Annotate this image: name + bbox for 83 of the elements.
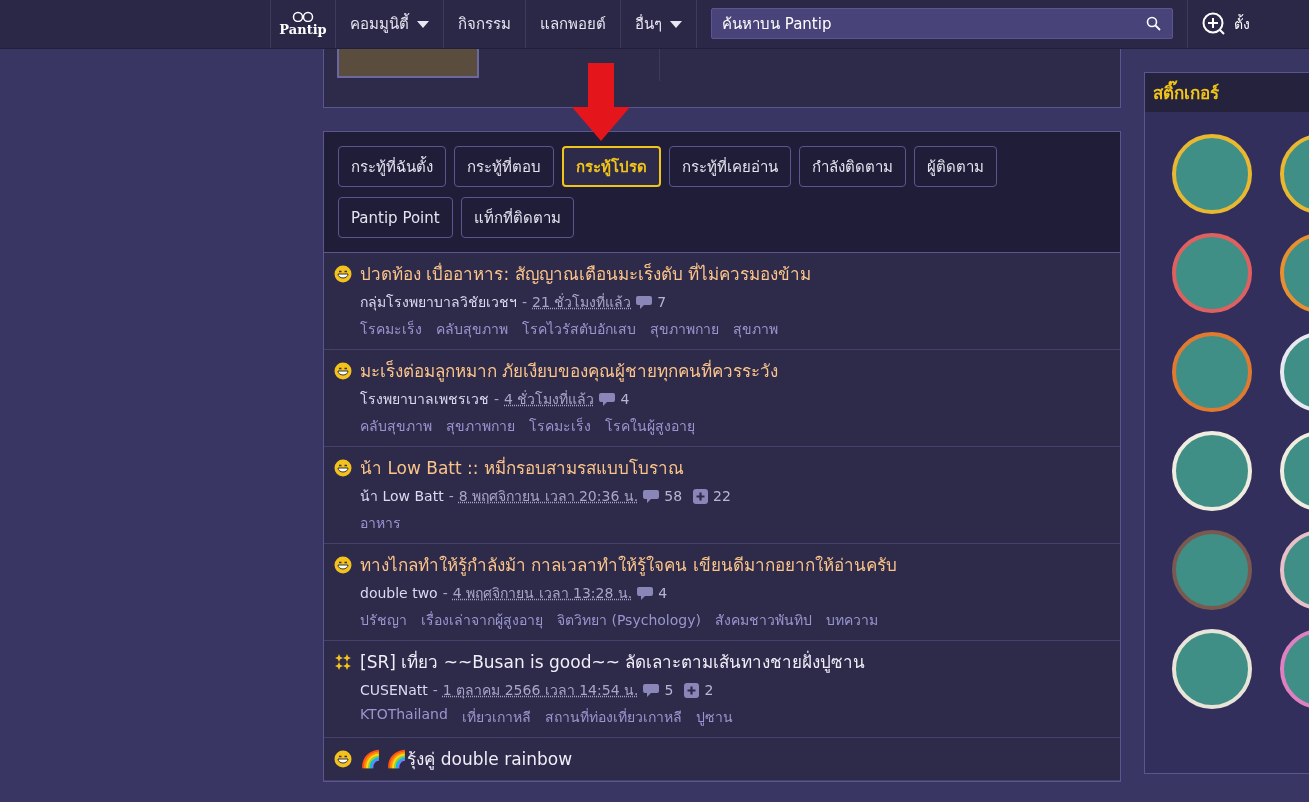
logo-icon bbox=[291, 11, 315, 22]
separator: - bbox=[448, 488, 454, 504]
caret-icon bbox=[670, 20, 682, 28]
tab[interactable]: แท็กที่ติดตาม bbox=[460, 197, 574, 238]
topic-title[interactable]: ทางไกลทำให้รู้กำลังม้า กาลเวลาทำให้รู้ใจคน เขียนดีมากอยากให้อ่านครับ bbox=[360, 553, 897, 577]
tag-link[interactable]: เที่ยวเกาหลี bbox=[461, 706, 531, 728]
comment-icon bbox=[643, 683, 660, 697]
arrow-icon bbox=[572, 63, 630, 141]
tag-link[interactable]: จิตวิทยา (Psychology) bbox=[557, 609, 701, 631]
comment-icon bbox=[637, 586, 654, 600]
tab[interactable]: ผู้ติดตาม bbox=[914, 146, 997, 187]
tag-link[interactable]: ปรัชญา bbox=[360, 609, 407, 631]
tab[interactable]: กระทู้ที่เคยอ่าน bbox=[669, 146, 791, 187]
stars-icon bbox=[334, 653, 352, 671]
search-icon bbox=[1146, 16, 1161, 31]
topic-time-link[interactable]: 1 ตุลาคม 2566 เวลา 14:54 น. bbox=[442, 679, 639, 701]
tag-link[interactable]: เรื่องเล่าจากผู้สูงอายุ bbox=[421, 609, 543, 631]
tab[interactable]: กระทู้ที่ตอบ bbox=[454, 146, 554, 187]
tag-link[interactable]: คลับสุขภาพ bbox=[436, 318, 508, 340]
plus-circle-icon bbox=[1202, 12, 1226, 36]
topic-title[interactable]: 🌈 🌈รุ้งคู่ double rainbow bbox=[360, 747, 573, 771]
panel-title: สติ๊กเกอร์ bbox=[1153, 79, 1219, 106]
tab[interactable]: กระทู้ที่ฉันตั้ง bbox=[338, 146, 446, 187]
smile-icon bbox=[334, 362, 352, 380]
comment-icon bbox=[643, 489, 660, 503]
author-link[interactable]: กลุ่มโรงพยาบาลวิชัยเวชฯ bbox=[360, 291, 517, 313]
tag-link[interactable]: สถานที่ท่องเที่ยวเกาหลี bbox=[544, 706, 682, 728]
topic-title[interactable]: น้า Low Batt :: หมี่กรอบสามรสแบบโบราณ bbox=[360, 456, 737, 480]
tag-link[interactable]: โรคไวรัสตับอักเสบ bbox=[522, 318, 636, 340]
vote-icon bbox=[693, 488, 709, 504]
tag-link[interactable]: ปูซาน bbox=[695, 706, 733, 728]
tag-link[interactable]: บทความ bbox=[825, 609, 878, 631]
topic-time-link[interactable]: 21 ชั่วโมงที่แล้ว bbox=[532, 291, 632, 313]
separator: - bbox=[522, 294, 528, 310]
tag-link[interactable]: สังคมชาวพันทิป bbox=[714, 609, 812, 631]
logo-text: Pantip bbox=[279, 22, 327, 37]
vote-icon bbox=[684, 682, 700, 698]
author-link[interactable]: น้า Low Batt bbox=[360, 485, 444, 507]
separator: - bbox=[432, 682, 438, 698]
nav-item[interactable]: คอมมูนิตี้ bbox=[336, 0, 444, 48]
nav-item[interactable]: แลกพอยต์ bbox=[526, 0, 621, 48]
nav-item[interactable]: อื่นๆ bbox=[621, 0, 697, 48]
tag-link[interactable]: สุขภาพกาย bbox=[650, 318, 719, 340]
topic-title[interactable]: มะเร็งต่อมลูกหมาก ภัยเงียบของคุณผู้ชายทุกคนที่ควรระวัง bbox=[360, 359, 779, 383]
author-link[interactable]: โรงพยาบาลเพชรเวช bbox=[360, 388, 489, 410]
topic-time-link[interactable]: 4 พฤศจิกายน เวลา 13:28 น. bbox=[452, 582, 633, 604]
caret-icon bbox=[417, 20, 429, 28]
tag-link[interactable]: โรคในผู้สูงอายุ bbox=[605, 415, 695, 437]
new-topic-button[interactable]: ตั้ง bbox=[1187, 0, 1250, 48]
topic-time-link[interactable]: 8 พฤศจิกายน เวลา 20:36 น. bbox=[458, 485, 639, 507]
tag-link[interactable]: โรคมะเร็ง bbox=[360, 318, 422, 340]
smile-icon bbox=[334, 459, 352, 477]
tag-link[interactable]: สุขภาพกาย bbox=[446, 415, 515, 437]
comment-count: 7 bbox=[657, 294, 667, 310]
comment-icon bbox=[636, 295, 653, 309]
comment-count: 4 bbox=[658, 585, 668, 601]
nav-item[interactable]: กิจกรรม bbox=[444, 0, 526, 48]
comment-count: 58 bbox=[664, 488, 683, 504]
separator: - bbox=[494, 391, 500, 407]
comment-count: 4 bbox=[620, 391, 630, 407]
tab[interactable]: Pantip Point bbox=[338, 197, 453, 238]
pantip-logo[interactable]: Pantip bbox=[270, 0, 336, 48]
author-link[interactable]: CUSENatt bbox=[360, 682, 428, 698]
smile-icon bbox=[334, 265, 352, 283]
comment-icon bbox=[599, 392, 616, 406]
tag-link[interactable]: อาหาร bbox=[360, 512, 401, 534]
search-field[interactable]: ค้นหาบน Pantip bbox=[711, 8, 1173, 39]
tab[interactable]: กระทู้โปรด bbox=[562, 146, 661, 187]
smile-icon bbox=[334, 556, 352, 574]
topic-title[interactable]: [SR] เที่ยว ~~Busan is good~~ ลัดเลาะตามเส้นทางชายฝั่งปูซาน bbox=[360, 650, 866, 674]
vote-count: 22 bbox=[713, 488, 731, 504]
comment-count: 5 bbox=[664, 682, 674, 698]
separator: - bbox=[442, 585, 448, 601]
tag-link[interactable]: โรคมะเร็ง bbox=[529, 415, 591, 437]
tag-link[interactable]: KTOThailand bbox=[360, 706, 448, 728]
smile-icon bbox=[334, 750, 352, 768]
author-link[interactable]: double two bbox=[360, 585, 438, 601]
vote-count: 2 bbox=[704, 682, 714, 698]
tab[interactable]: กำลังติดตาม bbox=[799, 146, 906, 187]
topic-title[interactable]: ปวดท้อง เบื่ออาหาร: สัญญาณเตือนมะเร็งตับ ที่ไม่ควรมองข้าม bbox=[360, 262, 811, 286]
tag-link[interactable]: คลับสุขภาพ bbox=[360, 415, 432, 437]
tag-link[interactable]: สุขภาพ bbox=[733, 318, 778, 340]
topic-time-link[interactable]: 4 ชั่วโมงที่แล้ว bbox=[504, 388, 595, 410]
